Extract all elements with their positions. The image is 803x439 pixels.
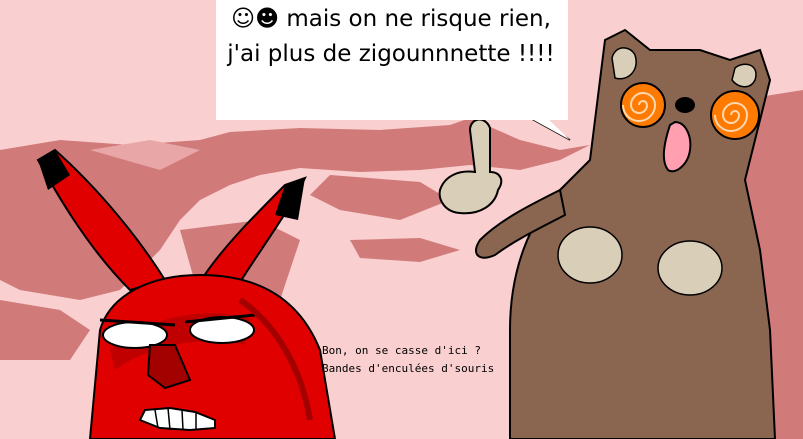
caption-line-1: Bon, on se casse d'ici ? — [322, 344, 481, 357]
right-spiral-eye — [710, 90, 760, 140]
right-belly-spot — [657, 240, 723, 296]
speech-bubble-text: ☺☻ mais on ne risque rien, j'ai plus de … — [216, 2, 566, 72]
speech-line-2: j'ai plus de zigounnnette !!!! — [227, 41, 555, 67]
comic-panel: ☺☻ mais on ne risque rien, j'ai plus de … — [0, 0, 803, 439]
brown-nose — [675, 97, 695, 113]
right-ear-inner — [731, 63, 757, 88]
caption-text: Bon, on se casse d'ici ? Bandes d'enculé… — [322, 342, 494, 378]
speech-line-1: ☺☻ mais on ne risque rien, — [231, 6, 551, 32]
caption-line-2: Bandes d'enculées d'souris — [322, 362, 495, 375]
left-belly-spot — [557, 226, 623, 284]
